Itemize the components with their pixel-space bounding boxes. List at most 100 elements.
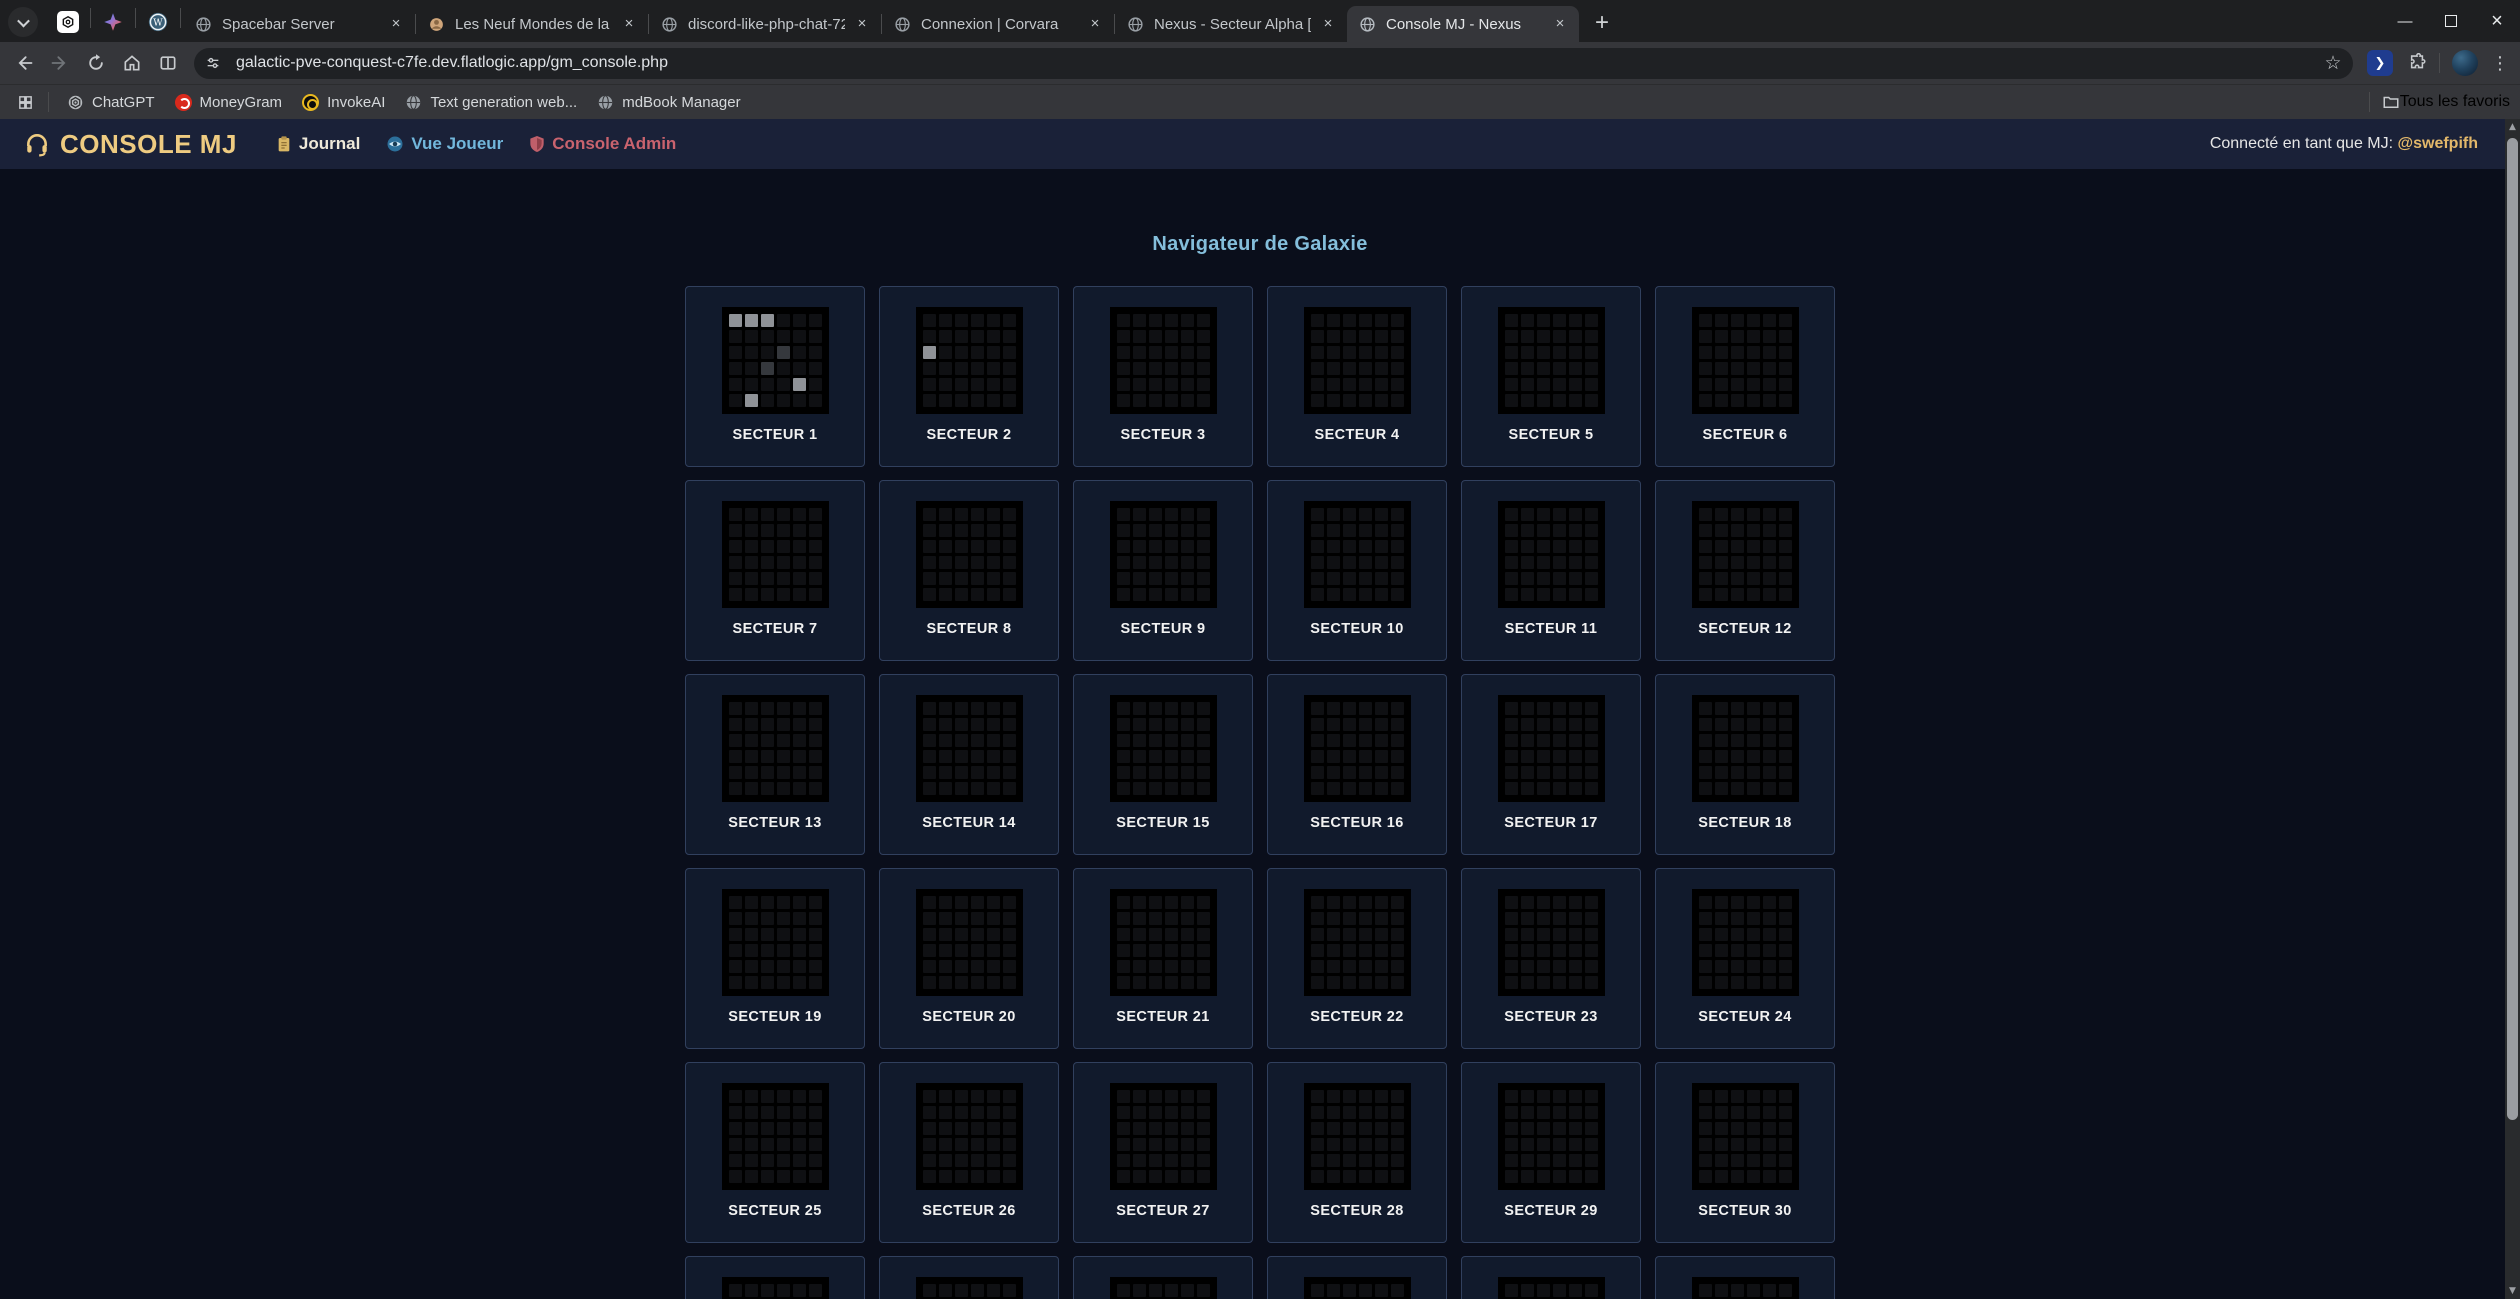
minimap-cell bbox=[1003, 1138, 1016, 1151]
sector-card-25[interactable]: SECTEUR 25 bbox=[685, 1062, 865, 1243]
minimap-cell bbox=[1747, 572, 1760, 585]
bookmark-text-generation-webui[interactable]: Text generation web... bbox=[395, 89, 587, 115]
sector-card-6[interactable]: SECTEUR 6 bbox=[1655, 286, 1835, 467]
tab-console-mj-nexus-active[interactable]: Console MJ - Nexus × bbox=[1347, 6, 1579, 42]
sector-card-4[interactable]: SECTEUR 4 bbox=[1267, 286, 1447, 467]
tab-spacebar-server[interactable]: Spacebar Server × bbox=[183, 6, 415, 42]
close-icon[interactable]: × bbox=[1317, 13, 1339, 35]
profile-avatar[interactable] bbox=[2452, 50, 2478, 76]
url-text[interactable]: galactic-pve-conquest-c7fe.dev.flatlogic… bbox=[236, 54, 2319, 72]
home-button[interactable] bbox=[114, 45, 150, 81]
sector-card-10[interactable]: SECTEUR 10 bbox=[1267, 480, 1447, 661]
tab-search-button[interactable] bbox=[8, 7, 38, 37]
minimap-cell bbox=[1537, 394, 1550, 407]
pinned-tab-gemini[interactable] bbox=[93, 5, 133, 39]
nav-vue-joueur[interactable]: Vue Joueur bbox=[386, 134, 503, 154]
close-icon[interactable]: × bbox=[618, 13, 640, 35]
url-bar[interactable]: galactic-pve-conquest-c7fe.dev.flatlogic… bbox=[194, 48, 2353, 79]
sector-card-5[interactable]: SECTEUR 5 bbox=[1461, 286, 1641, 467]
back-button[interactable] bbox=[6, 45, 42, 81]
sector-card-29[interactable]: SECTEUR 29 bbox=[1461, 1062, 1641, 1243]
bookmark-invokeai[interactable]: InvokeAI bbox=[292, 89, 395, 115]
sector-card-20[interactable]: SECTEUR 20 bbox=[879, 868, 1059, 1049]
tab-discord-like-php-chat[interactable]: discord-like-php-chat-7262.de × bbox=[649, 6, 881, 42]
sector-card-3[interactable]: SECTEUR 3 bbox=[1073, 286, 1253, 467]
sector-card-17[interactable]: SECTEUR 17 bbox=[1461, 674, 1641, 855]
tab-les-neuf-mondes[interactable]: Les Neuf Mondes de la Mytholo × bbox=[416, 6, 648, 42]
pinned-tab-chatgpt[interactable] bbox=[48, 5, 88, 39]
minimap-cell bbox=[971, 1090, 984, 1103]
minimap-cell bbox=[987, 378, 1000, 391]
pinned-extension-icon[interactable]: ❯ bbox=[2367, 50, 2393, 76]
sector-card-30[interactable]: SECTEUR 30 bbox=[1655, 1062, 1835, 1243]
sector-card-33[interactable]: SECTEUR 33 bbox=[1073, 1256, 1253, 1299]
tab-connexion-corvara[interactable]: Connexion | Corvara × bbox=[882, 6, 1114, 42]
maximize-button[interactable] bbox=[2428, 0, 2474, 42]
minimap-cell bbox=[777, 508, 790, 521]
all-bookmarks[interactable]: Tous les favoris bbox=[2357, 92, 2510, 112]
bookmark-moneygram[interactable]: MoneyGram bbox=[165, 89, 293, 115]
pinned-tab-wordpress[interactable]: W bbox=[138, 5, 178, 39]
scroll-down-button[interactable]: ▼ bbox=[2505, 1283, 2520, 1299]
tab-nexus-secteur-alpha[interactable]: Nexus - Secteur Alpha [G1] × bbox=[1115, 6, 1347, 42]
sector-card-2[interactable]: SECTEUR 2 bbox=[879, 286, 1059, 467]
main-nav: Journal Vue Joueur Console Admin bbox=[263, 134, 689, 154]
browser-menu-button[interactable]: ⋮ bbox=[2486, 49, 2514, 77]
scrollbar-thumb[interactable] bbox=[2507, 138, 2518, 1120]
minimize-button[interactable]: — bbox=[2382, 0, 2428, 42]
minimap-cell bbox=[971, 718, 984, 731]
sector-card-23[interactable]: SECTEUR 23 bbox=[1461, 868, 1641, 1049]
minimap-cell bbox=[923, 928, 936, 941]
minimap-cell bbox=[1149, 782, 1162, 795]
tab-title: Les Neuf Mondes de la Mytholo bbox=[455, 16, 612, 33]
minimap-cell bbox=[1359, 362, 1372, 375]
sector-card-26[interactable]: SECTEUR 26 bbox=[879, 1062, 1059, 1243]
sector-card-21[interactable]: SECTEUR 21 bbox=[1073, 868, 1253, 1049]
side-panel-button[interactable] bbox=[150, 45, 186, 81]
sector-card-27[interactable]: SECTEUR 27 bbox=[1073, 1062, 1253, 1243]
sector-card-13[interactable]: SECTEUR 13 bbox=[685, 674, 865, 855]
page-scrollbar[interactable]: ▲ ▼ bbox=[2505, 119, 2520, 1299]
minimap-cell bbox=[1391, 330, 1404, 343]
sector-card-19[interactable]: SECTEUR 19 bbox=[685, 868, 865, 1049]
forward-button[interactable] bbox=[42, 45, 78, 81]
sector-card-24[interactable]: SECTEUR 24 bbox=[1655, 868, 1835, 1049]
sector-card-11[interactable]: SECTEUR 11 bbox=[1461, 480, 1641, 661]
extensions-button[interactable] bbox=[2399, 45, 2435, 81]
sector-card-36[interactable]: SECTEUR 36 bbox=[1655, 1256, 1835, 1299]
close-icon[interactable]: × bbox=[1084, 13, 1106, 35]
sector-card-16[interactable]: SECTEUR 16 bbox=[1267, 674, 1447, 855]
sector-card-8[interactable]: SECTEUR 8 bbox=[879, 480, 1059, 661]
minimap-cell bbox=[987, 330, 1000, 343]
sector-card-7[interactable]: SECTEUR 7 bbox=[685, 480, 865, 661]
sector-card-35[interactable]: SECTEUR 35 bbox=[1461, 1256, 1641, 1299]
new-tab-button[interactable]: + bbox=[1585, 7, 1619, 41]
minimap-cell bbox=[761, 346, 774, 359]
sector-card-1[interactable]: SECTEUR 1 bbox=[685, 286, 865, 467]
apps-shortcut-button[interactable] bbox=[10, 87, 40, 117]
reload-button[interactable] bbox=[78, 45, 114, 81]
bookmark-mdbook-manager[interactable]: mdBook Manager bbox=[587, 89, 750, 115]
sector-card-18[interactable]: SECTEUR 18 bbox=[1655, 674, 1835, 855]
bookmark-chatgpt[interactable]: ChatGPT bbox=[57, 89, 165, 115]
sector-card-12[interactable]: SECTEUR 12 bbox=[1655, 480, 1835, 661]
sector-card-28[interactable]: SECTEUR 28 bbox=[1267, 1062, 1447, 1243]
sector-card-34[interactable]: SECTEUR 34 bbox=[1267, 1256, 1447, 1299]
sector-card-14[interactable]: SECTEUR 14 bbox=[879, 674, 1059, 855]
sector-card-31[interactable]: SECTEUR 31 bbox=[685, 1256, 865, 1299]
nav-console-admin[interactable]: Console Admin bbox=[529, 134, 676, 154]
nav-journal[interactable]: Journal bbox=[276, 134, 360, 154]
scroll-up-button[interactable]: ▲ bbox=[2505, 119, 2520, 135]
brand[interactable]: CONSOLE MJ bbox=[24, 129, 237, 160]
bookmark-star-button[interactable]: ☆ bbox=[2319, 49, 2347, 77]
close-icon[interactable]: × bbox=[385, 13, 407, 35]
minimap-cell bbox=[1359, 508, 1372, 521]
sector-card-9[interactable]: SECTEUR 9 bbox=[1073, 480, 1253, 661]
close-icon[interactable]: × bbox=[1549, 13, 1571, 35]
close-window-button[interactable]: × bbox=[2474, 0, 2520, 42]
close-icon[interactable]: × bbox=[851, 13, 873, 35]
sector-card-15[interactable]: SECTEUR 15 bbox=[1073, 674, 1253, 855]
sector-card-22[interactable]: SECTEUR 22 bbox=[1267, 868, 1447, 1049]
sector-card-32[interactable]: SECTEUR 32 bbox=[879, 1256, 1059, 1299]
site-settings-button[interactable] bbox=[198, 51, 228, 75]
